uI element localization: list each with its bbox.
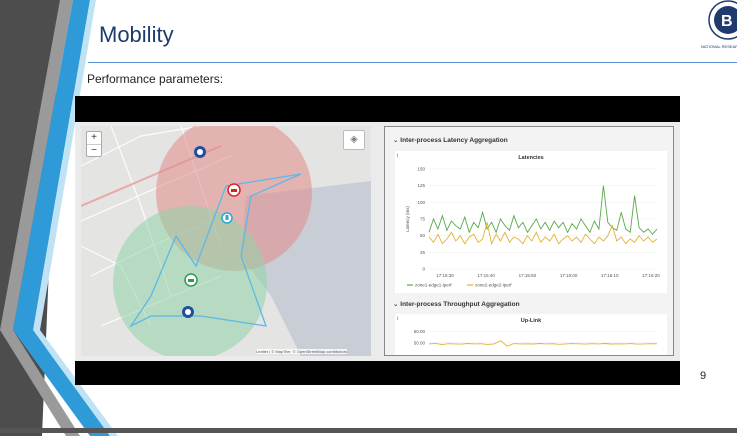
x-tick-label: 17:16:10 — [601, 273, 619, 278]
x-tick-label: 17:16:20 — [642, 273, 660, 278]
footer-rule — [0, 428, 737, 433]
page-number: 9 — [700, 370, 707, 382]
y-tick-label: 50 — [420, 233, 426, 238]
redaction-bar-bottom — [75, 361, 680, 385]
uplink-chart-card: i Up-Link 60.00 50.00 — [395, 314, 667, 355]
x-tick-label: 17:15:30 — [436, 273, 454, 278]
map-attribution: Leaflet | © MapTiler, © OpenStreetMap co… — [256, 349, 348, 354]
series-line-zone1-edge1-iperf — [428, 185, 658, 235]
latency-chart: 0 25 50 75 100 125 150 Latency (ms) 17:15:30 17:1… — [405, 167, 660, 288]
zoom-in-button[interactable]: + — [87, 132, 101, 144]
legend-label: zone2-edge2-iperf — [475, 283, 512, 288]
y-tick-label: 25 — [420, 250, 426, 255]
x-tick-label: 17:15:40 — [477, 273, 495, 278]
logo-caption: NATIONAL RESEARCH UNIVERSITY — [701, 44, 737, 49]
uplink-chart-title: Up-Link — [520, 318, 542, 324]
coverage-map[interactable] — [81, 126, 371, 356]
latency-chart-title: Latencies — [518, 155, 544, 161]
latency-chart-card: i Latencies 0 25 50 75 100 125 150 Latency (ms)… — [395, 151, 667, 293]
layers-icon[interactable]: ◈ — [343, 130, 365, 150]
x-tick-label: 17:15:50 — [519, 273, 537, 278]
y-tick-label: 125 — [417, 183, 425, 188]
y-tick-label: 60.00 — [414, 329, 426, 334]
zoom-out-button[interactable]: − — [87, 144, 101, 157]
y-tick-label: 100 — [417, 200, 425, 205]
latency-section-title[interactable]: ⌄ Inter-process Latency Aggregation — [393, 136, 508, 144]
throughput-section-title[interactable]: ⌄ Inter-process Throughput Aggregation — [393, 300, 520, 308]
map-zoom-control[interactable]: + − — [86, 131, 102, 157]
y-axis-label: Latency (ms) — [405, 205, 410, 232]
dashboard-panel: ⌄ Inter-process Latency Aggregation i La… — [384, 126, 674, 356]
redaction-bar-top — [75, 96, 680, 122]
slide-title: Mobility — [99, 22, 174, 47]
series-line-uplink — [428, 340, 658, 347]
university-logo: В NATIONAL RESEARCH UNIVERSITY — [700, 0, 737, 62]
y-tick-label: 150 — [417, 167, 425, 172]
legend-label: zone1-edge1-iperf — [415, 283, 452, 288]
title-underline — [88, 62, 737, 63]
slide-subtitle: Performance parameters: — [87, 72, 224, 86]
x-tick-label: 17:16:00 — [560, 273, 578, 278]
y-tick-label: 50.00 — [414, 340, 426, 345]
y-tick-label: 0 — [422, 267, 425, 272]
svg-text:В: В — [721, 13, 733, 30]
y-tick-label: 75 — [420, 217, 426, 222]
